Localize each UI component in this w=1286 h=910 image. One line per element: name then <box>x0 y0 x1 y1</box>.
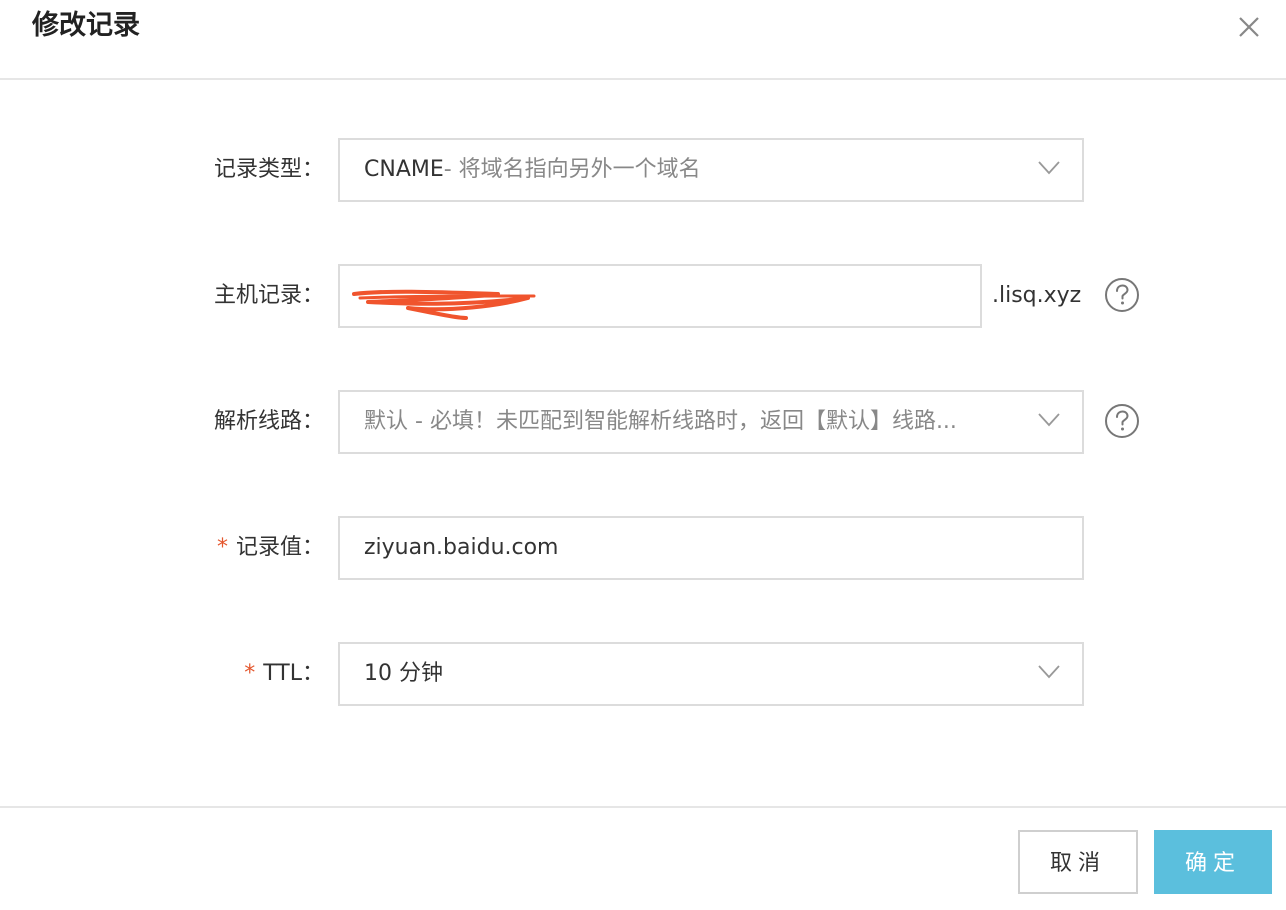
host-record-input[interactable] <box>338 264 982 328</box>
question-circle-icon[interactable] <box>1103 276 1141 314</box>
record-value-label: * 记录值： <box>217 516 324 580</box>
record-type-label: 记录类型： <box>213 157 324 182</box>
dialog-title: 修改记录 <box>32 10 140 41</box>
record-type-row: 记录类型： CNAME- 将域名指向另外一个域名 <box>0 138 1286 202</box>
ttl-label-text: TTL： <box>263 661 324 686</box>
redaction-scribble <box>352 289 536 320</box>
record-value-row: * 记录值： ziyuan.baidu.com <box>0 516 1286 580</box>
resolution-line-label: 解析线路： <box>213 409 324 434</box>
domain-suffix: .lisq.xyz <box>992 283 1082 308</box>
chevron-down-icon <box>1038 413 1060 427</box>
host-record-row: 主机记录： .lisq.xyz <box>0 264 1286 328</box>
dialog-header: 修改记录 <box>0 0 1286 80</box>
chevron-down-icon <box>1038 665 1060 679</box>
record-value-text: ziyuan.baidu.com <box>364 535 559 560</box>
dialog-footer: 取消 确定 <box>0 806 1286 910</box>
ttl-select[interactable]: 10 分钟 <box>338 642 1084 706</box>
edit-record-dialog: 修改记录 记录类型： CNAME- 将域名指向另外一个域名 主机记录： .lis… <box>0 0 1286 910</box>
record-type-value-desc: - 将域名指向另外一个域名 <box>443 157 701 182</box>
record-value-input[interactable]: ziyuan.baidu.com <box>338 516 1084 580</box>
confirm-button[interactable]: 确定 <box>1154 830 1272 894</box>
resolution-line-value-main: 默认 <box>364 409 409 434</box>
ttl-label: * TTL： <box>244 642 324 706</box>
ttl-value: 10 分钟 <box>364 661 443 686</box>
required-mark: * <box>244 661 256 686</box>
record-type-value: CNAME- 将域名指向另外一个域名 <box>364 140 701 200</box>
resolution-line-select[interactable]: 默认 - 必填！未匹配到智能解析线路时，返回【默认】线路... <box>338 390 1084 454</box>
resolution-line-row: 解析线路： 默认 - 必填！未匹配到智能解析线路时，返回【默认】线路... <box>0 390 1286 454</box>
record-value-label-text: 记录值： <box>235 535 324 560</box>
close-icon[interactable] <box>1228 8 1268 48</box>
record-type-select[interactable]: CNAME- 将域名指向另外一个域名 <box>338 138 1084 202</box>
record-type-value-main: CNAME <box>364 157 444 182</box>
resolution-line-value-desc: - 必填！未匹配到智能解析线路时，返回【默认】线路... <box>408 409 957 434</box>
resolution-line-value: 默认 - 必填！未匹配到智能解析线路时，返回【默认】线路... <box>364 392 957 452</box>
cancel-button[interactable]: 取消 <box>1018 830 1138 894</box>
ttl-row: * TTL： 10 分钟 <box>0 642 1286 706</box>
question-circle-icon[interactable] <box>1103 402 1141 440</box>
chevron-down-icon <box>1038 161 1060 175</box>
host-record-label: 主机记录： <box>213 283 324 308</box>
required-mark: * <box>216 535 228 560</box>
